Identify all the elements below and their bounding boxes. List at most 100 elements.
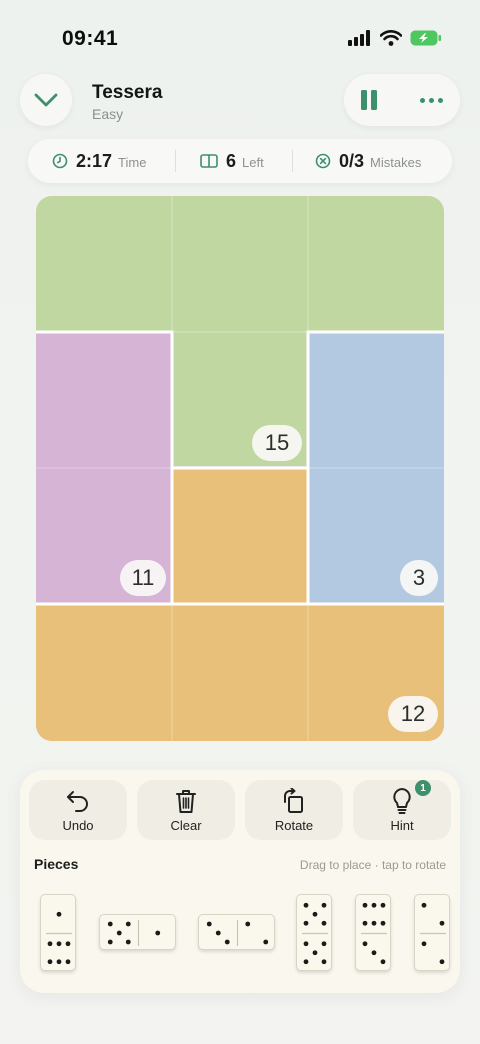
domino-pip [439, 959, 445, 965]
chevron-down-icon [34, 93, 58, 107]
domino-pip [215, 930, 221, 936]
domino-piece[interactable] [296, 894, 332, 971]
control-panel: Undo Clear Rotate Hint 1 Pieces Drag to … [20, 770, 460, 993]
domino-pip [371, 950, 377, 956]
more-icon-dot [419, 97, 425, 103]
domino-pip [380, 959, 386, 965]
region-orange[interactable] [36, 604, 444, 741]
domino-pip [245, 921, 251, 927]
domino-piece[interactable] [99, 914, 176, 950]
domino-pip [321, 959, 327, 965]
region-sum-badge: 15 [252, 425, 302, 461]
mistakes-label: Mistakes [370, 155, 422, 170]
domino-pip [380, 902, 386, 908]
region-sum-badge: 3 [400, 560, 438, 596]
game-board[interactable]: 15 11 3 12 [36, 196, 444, 741]
undo-icon [65, 788, 91, 814]
domino-pip [107, 921, 113, 927]
more-options-button[interactable] [416, 88, 446, 112]
stat-left: 6 Left [176, 139, 292, 183]
hint-label: Hint [390, 818, 414, 833]
clock-icon [52, 153, 68, 169]
time-label: Time [118, 155, 147, 170]
pause-icon [361, 90, 367, 110]
domino-pip [371, 920, 377, 926]
domino-pip [56, 959, 62, 965]
hint-button[interactable]: Hint 1 [353, 780, 451, 840]
undo-button[interactable]: Undo [29, 780, 127, 840]
domino-pip [125, 921, 131, 927]
domino-pip [362, 902, 368, 908]
x-circle-icon [315, 153, 331, 169]
difficulty-label: Easy [92, 106, 124, 122]
battery-charging-icon [410, 30, 441, 46]
domino-pip [321, 941, 327, 947]
status-bar: 09:41 [0, 0, 480, 72]
status-icons [348, 30, 442, 46]
pieces-hint: Drag to place · tap to rotate [299, 858, 446, 872]
region-orange[interactable] [172, 468, 308, 608]
page-title: Tessera [92, 82, 163, 103]
domino-face [420, 902, 446, 965]
domino-pip [421, 941, 427, 947]
domino-face [46, 911, 72, 965]
domino-pip [312, 911, 318, 917]
domino-pip [107, 939, 113, 945]
signal-icon [348, 30, 370, 46]
mistakes-value: 0/3 [339, 150, 365, 171]
domino-face [302, 902, 328, 965]
collapse-button[interactable] [20, 74, 72, 126]
domino-pip [263, 939, 269, 945]
domino-pip [303, 902, 309, 908]
domino-piece[interactable] [355, 894, 391, 971]
undo-label: Undo [62, 818, 94, 833]
domino-face [107, 920, 161, 946]
hint-count-badge: 1 [415, 780, 431, 796]
time-value: 2:17 [76, 150, 113, 171]
domino-pip [206, 921, 212, 927]
domino-pip [303, 959, 309, 965]
pieces-title: Pieces [34, 856, 79, 872]
rotate-icon [281, 788, 307, 814]
domino-pip [321, 920, 327, 926]
header-actions [344, 74, 460, 126]
stats-bar: 2:17 Time 6 Left 0/3 Mistakes [28, 139, 452, 183]
domino-pip [155, 930, 161, 936]
domino-pip [224, 939, 230, 945]
rotate-button[interactable]: Rotate [245, 780, 343, 840]
domino-piece[interactable] [414, 894, 450, 971]
domino-pip [362, 941, 368, 947]
trash-icon [174, 788, 198, 814]
domino-face [361, 902, 387, 965]
domino-piece[interactable] [198, 914, 275, 950]
region-sum-badge: 12 [388, 696, 438, 732]
pause-icon-bar [371, 90, 377, 110]
more-icon-dot [437, 97, 443, 103]
lightbulb-icon [391, 788, 413, 814]
domino-icon [200, 154, 218, 168]
domino-pip [312, 950, 318, 956]
domino-pip [56, 941, 62, 947]
more-icon-dot [428, 97, 434, 103]
clear-button[interactable]: Clear [137, 780, 235, 840]
left-value: 6 [226, 150, 237, 171]
rotate-label: Rotate [274, 818, 314, 833]
region-green[interactable] [36, 196, 444, 331]
domino-face [206, 920, 269, 946]
pause-button[interactable] [356, 87, 382, 113]
domino-pip [380, 920, 386, 926]
domino-pip [47, 941, 53, 947]
domino-pip [116, 930, 122, 936]
domino-pip [439, 920, 445, 926]
region-sum-badge: 11 [120, 560, 166, 596]
domino-piece[interactable] [40, 894, 76, 971]
domino-pip [65, 959, 71, 965]
domino-pip [56, 911, 62, 917]
domino-pip [47, 959, 53, 965]
domino-pip [303, 920, 309, 926]
domino-pip [371, 902, 377, 908]
stat-mistakes: 0/3 Mistakes [293, 139, 421, 183]
domino-pip [321, 902, 327, 908]
status-time: 09:41 [62, 27, 119, 50]
domino-pip [362, 920, 368, 926]
